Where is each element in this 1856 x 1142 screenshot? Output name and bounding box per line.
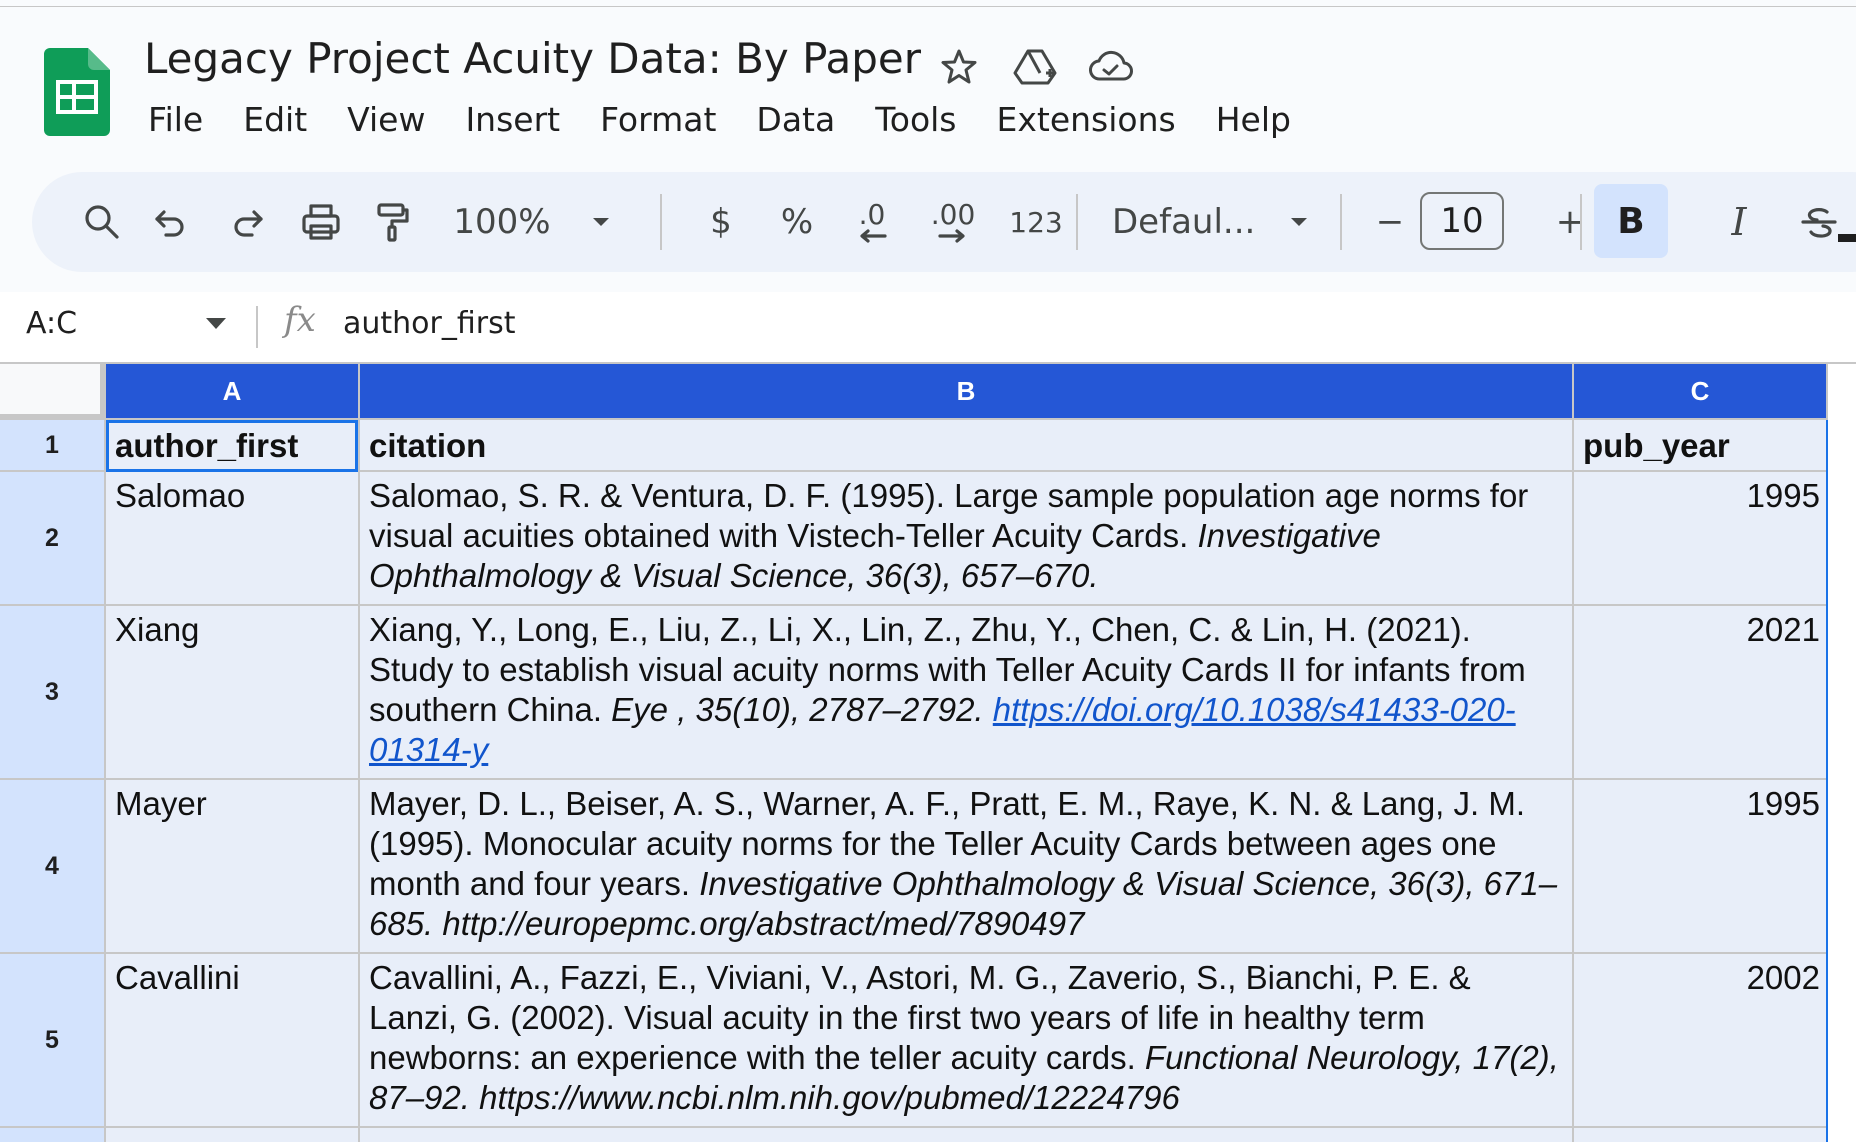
text-color-indicator[interactable] xyxy=(1838,234,1856,242)
chevron-down-icon xyxy=(1291,218,1308,226)
star-icon[interactable] xyxy=(932,40,986,94)
move-to-drive-icon[interactable] xyxy=(1008,40,1062,94)
function-icon: fx xyxy=(284,300,316,340)
menu-tools[interactable]: Tools xyxy=(855,100,976,139)
row-header-2[interactable]: 2 xyxy=(0,472,106,606)
arrow-left-icon xyxy=(860,229,887,243)
undo-icon[interactable] xyxy=(140,172,200,272)
cell-c6[interactable] xyxy=(1574,1128,1828,1142)
decrease-decimal-button[interactable]: .0 xyxy=(842,172,902,272)
print-icon[interactable] xyxy=(288,172,354,272)
name-box-dropdown-icon[interactable] xyxy=(206,318,226,329)
column-header-b[interactable]: B xyxy=(360,364,1574,420)
menu-file[interactable]: File xyxy=(128,100,223,139)
italic-label: I xyxy=(1731,200,1747,244)
document-title[interactable]: Legacy Project Acuity Data: By Paper xyxy=(144,34,921,83)
cell-b2[interactable]: Salomao, S. R. & Ventura, D. F. (1995). … xyxy=(360,472,1574,606)
menu-format[interactable]: Format xyxy=(580,100,736,139)
more-formats-label: 123 xyxy=(1009,205,1063,239)
formula-input[interactable]: author_first xyxy=(343,306,516,341)
decrease-font-size-button[interactable]: − xyxy=(1360,172,1420,272)
arrow-right-icon xyxy=(938,229,965,243)
row-header-3[interactable]: 3 xyxy=(0,606,106,780)
bold-button[interactable]: B xyxy=(1594,184,1668,258)
cell-a2[interactable]: Salomao xyxy=(106,472,360,606)
zoom-select[interactable]: 100% xyxy=(452,172,612,272)
cell-b5[interactable]: Cavallini, A., Fazzi, E., Viviani, V., A… xyxy=(360,954,1574,1128)
sheets-logo-icon[interactable] xyxy=(44,48,110,136)
increase-decimal-button[interactable]: .00 xyxy=(918,172,988,272)
cell-a6[interactable] xyxy=(106,1128,360,1142)
menu-bar: File Edit View Insert Format Data Tools … xyxy=(128,100,1311,139)
cell-a5[interactable]: Cavallini xyxy=(106,954,360,1128)
italic-button[interactable]: I xyxy=(1702,172,1776,272)
window-top-border xyxy=(0,6,1856,7)
menu-help[interactable]: Help xyxy=(1196,100,1311,139)
toolbar-divider xyxy=(1076,194,1078,250)
menu-extensions[interactable]: Extensions xyxy=(977,100,1196,139)
cell-c5[interactable]: 2002 xyxy=(1574,954,1828,1128)
cell-b3[interactable]: Xiang, Y., Long, E., Liu, Z., Li, X., Li… xyxy=(360,606,1574,780)
cell-c3[interactable]: 2021 xyxy=(1574,606,1828,780)
cell-b6[interactable] xyxy=(360,1128,1574,1142)
cell-a1[interactable]: author_first xyxy=(106,420,360,472)
currency-label: $ xyxy=(710,202,732,242)
formula-bar-divider xyxy=(256,306,258,348)
formula-bar xyxy=(0,292,1856,364)
cell-a3[interactable]: Xiang xyxy=(106,606,360,780)
row-header-1[interactable]: 1 xyxy=(0,420,106,472)
menu-edit[interactable]: Edit xyxy=(223,100,327,139)
name-box[interactable]: A:C xyxy=(26,306,77,341)
row-header-5[interactable]: 5 xyxy=(0,954,106,1128)
cell-b1[interactable]: citation xyxy=(360,420,1574,472)
search-icon[interactable] xyxy=(72,172,132,272)
column-header-c[interactable]: C xyxy=(1574,364,1828,420)
cell-c4[interactable]: 1995 xyxy=(1574,780,1828,954)
select-all-corner[interactable] xyxy=(0,364,106,420)
percent-format-button[interactable]: % xyxy=(772,172,822,272)
selection-border xyxy=(1826,420,1828,1142)
toolbar-divider xyxy=(660,194,662,250)
cell-b4[interactable]: Mayer, D. L., Beiser, A. S., Warner, A. … xyxy=(360,780,1574,954)
row-header-6[interactable] xyxy=(0,1128,106,1142)
decrease-font-size-label: − xyxy=(1375,202,1405,242)
paint-format-icon[interactable] xyxy=(362,172,422,272)
cell-c2[interactable]: 1995 xyxy=(1574,472,1828,606)
toolbar-divider xyxy=(1580,194,1582,250)
menu-insert[interactable]: Insert xyxy=(445,100,580,139)
decrease-decimal-label: .0 xyxy=(858,198,886,231)
row-header-4[interactable]: 4 xyxy=(0,780,106,954)
citation-journal: Eye , 35(10), 2787–2792. xyxy=(611,691,984,728)
font-size-input[interactable]: 10 xyxy=(1420,192,1504,250)
cloud-saved-icon[interactable] xyxy=(1084,40,1138,94)
zoom-value: 100% xyxy=(453,202,551,242)
spreadsheet-grid: A B C 1 author_first citation pub_year 2… xyxy=(0,364,1856,1142)
currency-format-button[interactable]: $ xyxy=(696,172,746,272)
cell-a4[interactable]: Mayer xyxy=(106,780,360,954)
menu-view[interactable]: View xyxy=(327,100,445,139)
toolbar-divider xyxy=(1340,194,1342,250)
menu-data[interactable]: Data xyxy=(736,100,855,139)
strikethrough-icon[interactable] xyxy=(1782,172,1856,272)
cell-c1[interactable]: pub_year xyxy=(1574,420,1828,472)
more-formats-button[interactable]: 123 xyxy=(998,172,1074,272)
redo-icon[interactable] xyxy=(218,172,278,272)
toolbar: 100% $ % .0 .00 123 Defaul... − + I xyxy=(32,172,1856,272)
percent-label: % xyxy=(780,202,814,242)
column-header-a[interactable]: A xyxy=(106,364,360,420)
font-family-value: Defaul... xyxy=(1112,202,1256,242)
chevron-down-icon xyxy=(592,218,609,226)
font-family-select[interactable]: Defaul... xyxy=(1112,172,1342,272)
increase-font-size-button[interactable]: + xyxy=(1540,172,1600,272)
increase-decimal-label: .00 xyxy=(930,198,976,231)
